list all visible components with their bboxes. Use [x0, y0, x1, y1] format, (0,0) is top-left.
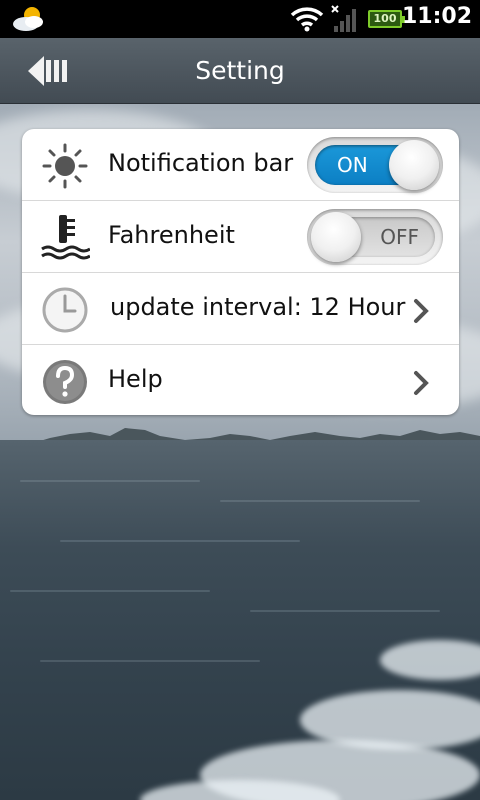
sun-icon	[42, 143, 88, 189]
toggle-knob[interactable]	[389, 140, 439, 190]
wave	[220, 500, 420, 502]
settings-card: Notification bar ON Fahrenheit OFF updat…	[22, 129, 459, 415]
wave	[40, 660, 260, 662]
battery-icon: 100	[368, 10, 405, 28]
setting-label: Help	[108, 365, 163, 393]
weather-icon	[13, 7, 43, 31]
status-bar: 100 11:02	[0, 0, 480, 38]
toggle-text: ON	[337, 153, 368, 177]
setting-label: Notification bar	[108, 149, 294, 177]
setting-notification-bar[interactable]: Notification bar ON	[22, 129, 459, 201]
wave	[250, 610, 440, 612]
setting-update-interval[interactable]: update interval: 12 Hour	[22, 273, 459, 345]
setting-fahrenheit[interactable]: Fahrenheit OFF	[22, 201, 459, 273]
status-time: 11:02	[401, 4, 472, 29]
signal-icon	[331, 5, 356, 32]
help-icon	[43, 360, 87, 404]
clock-icon	[42, 287, 88, 333]
chevron-right-icon	[414, 299, 429, 323]
setting-label: Fahrenheit	[108, 221, 235, 249]
chevron-right-icon	[414, 371, 429, 395]
setting-help[interactable]: Help	[22, 345, 459, 415]
toggle-text: OFF	[380, 225, 419, 249]
setting-label: update interval: 12 Hour	[110, 293, 406, 321]
title-bar: Setting	[0, 38, 480, 104]
notification-bar-toggle[interactable]: ON	[307, 137, 443, 193]
wave	[20, 480, 200, 482]
wave	[10, 590, 210, 592]
wifi-icon	[290, 7, 324, 32]
battery-level: 100	[373, 12, 397, 25]
wave	[60, 540, 300, 542]
thermometer-icon	[41, 215, 90, 260]
page-title: Setting	[195, 56, 285, 85]
fahrenheit-toggle[interactable]: OFF	[307, 209, 443, 265]
toggle-knob[interactable]	[311, 212, 361, 262]
